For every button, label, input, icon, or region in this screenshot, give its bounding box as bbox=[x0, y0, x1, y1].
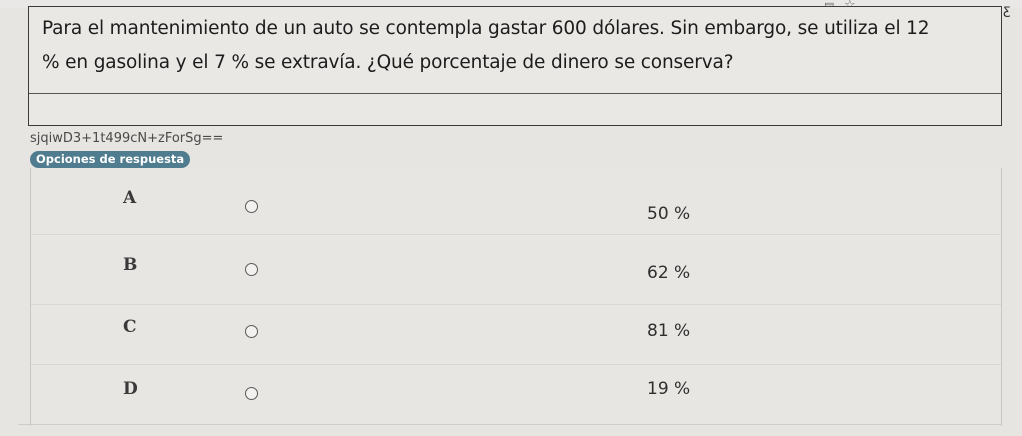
question-divider bbox=[29, 93, 1001, 94]
option-value: 81 % bbox=[647, 321, 691, 341]
question-text-line-1: Para el mantenimiento de un auto se cont… bbox=[42, 18, 930, 39]
option-row-a[interactable]: A 50 % bbox=[31, 168, 1001, 234]
option-row-c[interactable]: C 81 % bbox=[31, 304, 1001, 365]
option-radio-b[interactable] bbox=[245, 263, 258, 276]
option-letter: C bbox=[123, 317, 137, 337]
option-row-d[interactable]: D 19 % bbox=[31, 364, 1001, 427]
options-label-badge: Opciones de respuesta bbox=[30, 151, 191, 168]
option-letter: D bbox=[123, 379, 138, 399]
option-value: 50 % bbox=[647, 204, 691, 224]
extension-icon[interactable]: ƹ bbox=[1003, 4, 1011, 17]
options-panel: A 50 % B 62 % C 81 % D 19 % bbox=[30, 168, 1002, 426]
question-text-line-2: % en gasolina y el 7 % se extravía. ¿Qué… bbox=[42, 52, 734, 73]
option-radio-c[interactable] bbox=[245, 325, 258, 338]
option-letter: B bbox=[123, 255, 138, 275]
option-radio-a[interactable] bbox=[245, 200, 258, 213]
bottom-divider bbox=[18, 424, 1002, 425]
question-box: Para el mantenimiento de un auto se cont… bbox=[28, 6, 1002, 126]
option-letter: A bbox=[123, 188, 137, 208]
option-radio-d[interactable] bbox=[245, 387, 258, 400]
option-row-b[interactable]: B 62 % bbox=[31, 234, 1001, 305]
question-hash: sjqiwD3+1t499cN+zForSg== bbox=[30, 131, 224, 146]
option-value: 62 % bbox=[647, 263, 691, 283]
option-value: 19 % bbox=[647, 379, 691, 399]
